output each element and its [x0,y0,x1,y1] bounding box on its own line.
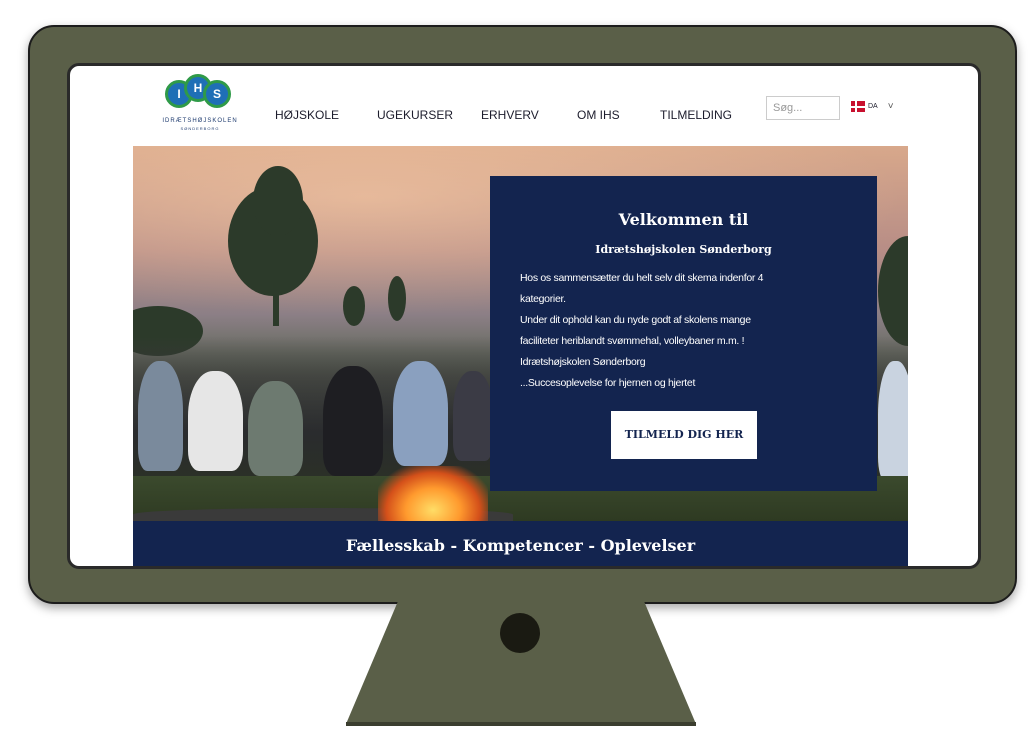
welcome-line: Idrætshøjskolen Sønderborg [520,356,646,368]
welcome-text: Hos os sammensætter du helt selv dit ske… [520,268,840,394]
welcome-line: Hos os sammensætter du helt selv dit ske… [520,272,764,284]
welcome-line: ...Succesoplevelse for hjernen og hjerte… [520,377,696,389]
monitor-stand-base [346,722,696,726]
hero-person [248,381,303,476]
welcome-subtitle: Idrætshøjskolen Sønderborg [595,243,772,256]
hero-banner: Velkommen til Idrætshøjskolen Sønderborg… [133,146,908,521]
site-logo[interactable]: I H S IDRÆTSHØJSKOLEN SØNDERBORG [145,74,245,136]
monitor-screen: I H S IDRÆTSHØJSKOLEN SØNDERBORG HØJSKOL… [67,63,981,569]
menu-item-ugekurser[interactable]: UGEKURSER [377,108,481,122]
hero-person [878,361,908,481]
hero-person [138,361,183,471]
language-selector[interactable]: DA ˅ [851,101,894,112]
search-input[interactable]: Søg... [766,96,840,120]
hero-tree [343,286,365,326]
website: I H S IDRÆTSHØJSKOLEN SØNDERBORG HØJSKOL… [133,66,908,566]
welcome-line: faciliteter heriblandt svømmehal, volley… [520,335,745,347]
monitor-button-icon [500,613,540,653]
danish-flag-icon [851,101,865,112]
welcome-line: kategorier. [520,293,566,305]
hero-tree-trunk [273,286,279,326]
tagline-bar: Fællesskab - Kompetencer - Oplevelser [133,521,908,566]
welcome-line: Under dit ophold kan du nyde godt af sko… [520,314,751,326]
hero-person [393,361,448,466]
logo-subname: SØNDERBORG [180,126,220,131]
hero-person [453,371,493,461]
hero-tree [253,166,303,236]
chevron-down-icon: ˅ [887,101,894,112]
signup-button[interactable]: TILMELD DIG HER [611,411,757,459]
menu-item-erhverv[interactable]: ERHVERV [481,108,577,122]
logo-ring-s: S [203,80,231,108]
menu-item-tilmelding[interactable]: TILMELDING [660,108,732,122]
hero-tree [388,276,406,321]
hero-person [323,366,383,476]
monitor-frame: I H S IDRÆTSHØJSKOLEN SØNDERBORG HØJSKOL… [28,25,1017,604]
menu-item-om-ihs[interactable]: OM IHS [577,108,660,122]
hero-campfire [378,466,488,521]
top-navigation: I H S IDRÆTSHØJSKOLEN SØNDERBORG HØJSKOL… [133,66,908,146]
hero-person [188,371,243,471]
menu-item-hojskole[interactable]: HØJSKOLE [275,108,377,122]
logo-name: IDRÆTSHØJSKOLEN [162,118,238,124]
language-code: DA [868,103,878,110]
welcome-panel: Velkommen til Idrætshøjskolen Sønderborg… [490,176,877,491]
main-menu: HØJSKOLE UGEKURSER ERHVERV OM IHS TILMEL… [275,108,732,122]
welcome-title: Velkommen til [618,210,749,229]
logo-rings: I H S [165,74,231,110]
